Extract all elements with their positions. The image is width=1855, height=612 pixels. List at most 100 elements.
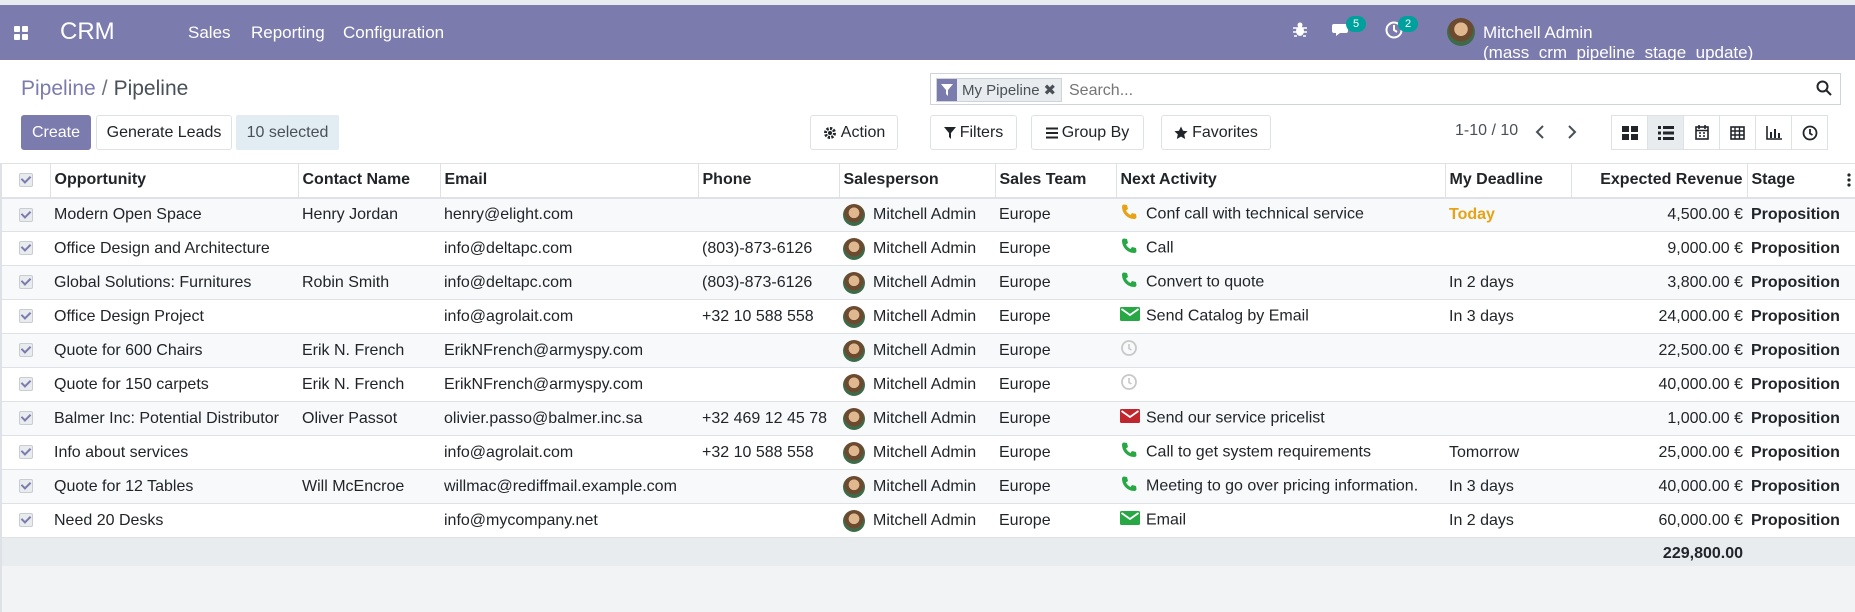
cell-next-activity[interactable] (1116, 367, 1445, 402)
cell-next-activity[interactable]: Email (1116, 503, 1445, 538)
column-header-next-activity[interactable]: Next Activity (1116, 163, 1446, 199)
cell-next-activity[interactable]: Call (1116, 231, 1445, 266)
cell-stage[interactable]: Proposition (1747, 367, 1855, 402)
cell-contact-name[interactable]: Henry Jordan (298, 197, 440, 232)
cell-email[interactable]: henry@elight.com (440, 197, 698, 232)
cell-sales-team[interactable]: Europe (995, 299, 1116, 334)
cell-opportunity[interactable]: Quote for 12 Tables (50, 469, 298, 504)
column-header-email[interactable]: Email (440, 163, 699, 199)
row-checkbox[interactable] (2, 401, 50, 436)
table-row[interactable]: Balmer Inc: Potential Distributor Oliver… (2, 401, 1855, 436)
column-header-my-deadline[interactable]: My Deadline (1445, 163, 1572, 199)
cell-my-deadline[interactable] (1445, 367, 1571, 402)
cell-phone[interactable]: +32 469 12 45 78 (698, 401, 839, 436)
cell-opportunity[interactable]: Modern Open Space (50, 197, 298, 232)
select-all-checkbox[interactable] (2, 163, 51, 199)
column-header-sales-team[interactable]: Sales Team (995, 163, 1117, 199)
cell-email[interactable]: willmac@rediffmail.example.com (440, 469, 698, 504)
column-header-stage[interactable]: Stage (1747, 163, 1855, 199)
filters-button[interactable]: Filters (930, 115, 1017, 150)
cell-opportunity[interactable]: Need 20 Desks (50, 503, 298, 538)
breadcrumb-parent[interactable]: Pipeline (21, 77, 96, 100)
pager-previous-icon[interactable] (1534, 124, 1548, 140)
cell-expected-revenue[interactable]: 60,000.00 € (1571, 503, 1747, 538)
cell-stage[interactable]: Proposition (1747, 299, 1855, 334)
cell-opportunity[interactable]: Info about services (50, 435, 298, 470)
cell-expected-revenue[interactable]: 3,800.00 € (1571, 265, 1747, 300)
cell-opportunity[interactable]: Quote for 150 carpets (50, 367, 298, 402)
cell-sales-team[interactable]: Europe (995, 367, 1116, 402)
cell-email[interactable]: info@agrolait.com (440, 435, 698, 470)
clock-activity-icon[interactable] (1120, 339, 1140, 362)
cell-my-deadline[interactable]: In 2 days (1445, 503, 1571, 538)
row-checkbox[interactable] (2, 503, 50, 538)
cell-email[interactable]: olivier.passo@balmer.inc.sa (440, 401, 698, 436)
user-menu[interactable]: Mitchell Admin (mass_crm_pipeline_stage_… (1483, 23, 1855, 63)
column-header-salesperson[interactable]: Salesperson (839, 163, 996, 199)
cell-salesperson[interactable]: Mitchell Admin (839, 401, 995, 436)
cell-next-activity[interactable]: Send Catalog by Email (1116, 299, 1445, 334)
cell-phone[interactable]: (803)-873-6126 (698, 265, 839, 300)
cell-sales-team[interactable]: Europe (995, 401, 1116, 436)
remove-facet-icon[interactable]: ✖ (1044, 81, 1062, 99)
app-switcher-icon[interactable] (14, 26, 28, 40)
cell-opportunity[interactable]: Quote for 600 Chairs (50, 333, 298, 368)
cell-contact-name[interactable]: Erik N. French (298, 367, 440, 402)
phone-activity-icon[interactable] (1120, 271, 1140, 294)
column-header-expected-revenue[interactable]: Expected Revenue (1571, 163, 1748, 199)
row-checkbox[interactable] (2, 367, 50, 402)
menu-reporting[interactable]: Reporting (251, 23, 325, 43)
generate-leads-button[interactable]: Generate Leads (96, 115, 232, 150)
user-avatar[interactable] (1447, 18, 1475, 46)
cell-salesperson[interactable]: Mitchell Admin (839, 503, 995, 538)
cell-contact-name[interactable]: Erik N. French (298, 333, 440, 368)
envelope-activity-icon[interactable] (1120, 510, 1140, 531)
cell-phone[interactable] (698, 333, 839, 368)
column-header-phone[interactable]: Phone (698, 163, 840, 199)
kanban-view-icon[interactable] (1611, 115, 1648, 150)
messages-icon[interactable]: 5 (1332, 16, 1366, 44)
cell-phone[interactable] (698, 197, 839, 232)
table-row[interactable]: Modern Open Space Henry Jordan henry@eli… (2, 197, 1855, 232)
row-checkbox[interactable] (2, 231, 50, 266)
envelope-activity-icon[interactable] (1120, 408, 1140, 429)
cell-stage[interactable]: Proposition (1747, 435, 1855, 470)
cell-contact-name[interactable]: Robin Smith (298, 265, 440, 300)
cell-salesperson[interactable]: Mitchell Admin (839, 265, 995, 300)
create-button[interactable]: Create (21, 115, 91, 150)
cell-email[interactable]: ErikNFrench@armyspy.com (440, 333, 698, 368)
cell-stage[interactable]: Proposition (1747, 401, 1855, 436)
cell-email[interactable]: info@agrolait.com (440, 299, 698, 334)
table-row[interactable]: Global Solutions: Furnitures Robin Smith… (2, 265, 1855, 300)
favorites-button[interactable]: Favorites (1161, 115, 1271, 150)
cell-expected-revenue[interactable]: 40,000.00 € (1571, 367, 1747, 402)
cell-expected-revenue[interactable]: 40,000.00 € (1571, 469, 1747, 504)
list-view-icon[interactable] (1647, 115, 1684, 150)
cell-expected-revenue[interactable]: 1,000.00 € (1571, 401, 1747, 436)
cell-contact-name[interactable] (298, 299, 440, 334)
graph-view-icon[interactable] (1755, 115, 1792, 150)
phone-activity-icon[interactable] (1120, 237, 1140, 260)
cell-my-deadline[interactable]: Today (1445, 197, 1571, 232)
cell-phone[interactable]: +32 10 588 558 (698, 299, 839, 334)
cell-expected-revenue[interactable]: 24,000.00 € (1571, 299, 1747, 334)
envelope-activity-icon[interactable] (1120, 306, 1140, 327)
pivot-view-icon[interactable] (1719, 115, 1756, 150)
cell-sales-team[interactable]: Europe (995, 333, 1116, 368)
cell-sales-team[interactable]: Europe (995, 231, 1116, 266)
cell-contact-name[interactable] (298, 435, 440, 470)
cell-sales-team[interactable]: Europe (995, 197, 1116, 232)
group-by-button[interactable]: Group By (1031, 115, 1144, 150)
cell-contact-name[interactable]: Oliver Passot (298, 401, 440, 436)
column-header-opportunity[interactable]: Opportunity (50, 163, 299, 199)
cell-my-deadline[interactable]: In 3 days (1445, 469, 1571, 504)
search-input[interactable] (1067, 79, 1771, 103)
cell-expected-revenue[interactable]: 4,500.00 € (1571, 197, 1747, 232)
cell-salesperson[interactable]: Mitchell Admin (839, 469, 995, 504)
cell-opportunity[interactable]: Office Design and Architecture (50, 231, 298, 266)
cell-salesperson[interactable]: Mitchell Admin (839, 197, 995, 232)
cell-next-activity[interactable]: Meeting to go over pricing information. (1116, 469, 1445, 504)
pager-value[interactable]: 1-10 / 10 (1455, 122, 1518, 140)
cell-expected-revenue[interactable]: 9,000.00 € (1571, 231, 1747, 266)
activities-clock-icon[interactable]: 2 (1384, 16, 1418, 44)
